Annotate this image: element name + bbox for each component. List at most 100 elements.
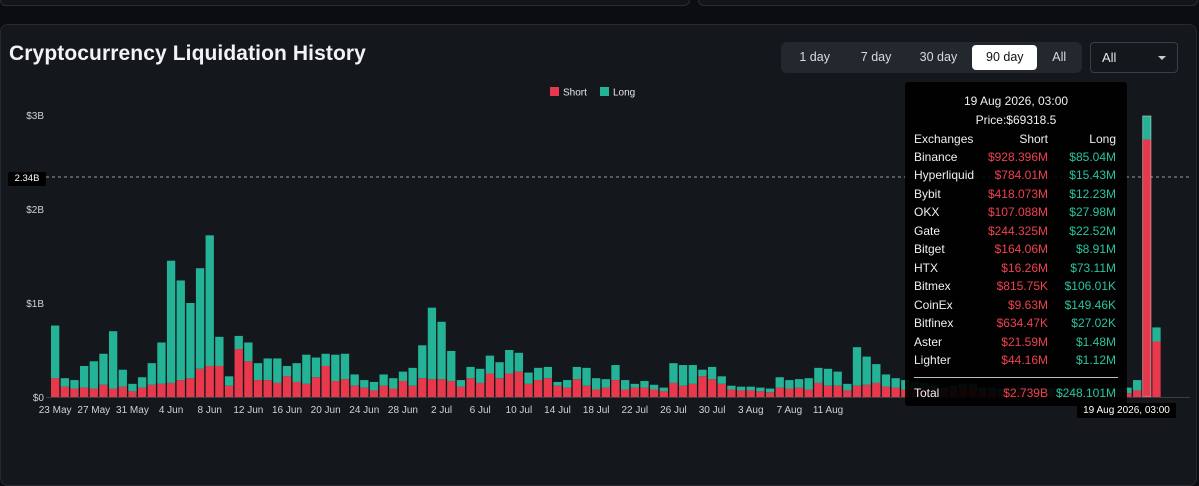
short-bar [698,376,707,397]
short-bar [369,390,379,397]
tooltip-total-row: Total $2.739B $248.101M [914,386,1118,404]
x-tick-label: 23 May [39,405,72,416]
short-bar [157,383,166,397]
long-bar [611,365,620,381]
tooltip-exchange: Hyperliquid [914,168,975,182]
long-bar [437,321,446,380]
x-tick-label: 4 Jun [159,405,183,416]
long-bar [678,365,688,386]
short-bar [553,385,562,397]
long-bar [524,372,533,384]
x-tick-label: 18 Jul [583,405,610,416]
long-bar [215,336,224,366]
tooltip-total-label: Total [914,386,940,400]
long-bar [476,368,485,383]
short-bar [640,387,649,397]
short-bar [891,387,900,397]
short-bar [746,390,755,397]
long-bar [79,365,89,388]
x-tick-label: 27 May [77,405,110,416]
short-bar [176,380,185,397]
short-bar [1142,139,1151,397]
y-tick-label: $1B [26,299,44,310]
short-bar [543,378,553,397]
tooltip-row: Aster $21.59M $1.48M [914,335,1118,353]
short-bar [427,379,437,397]
short-bar [389,388,398,397]
long-bar [563,380,572,388]
long-bar [398,371,408,382]
long-bar [746,386,755,391]
short-bar [620,389,630,397]
y-tick-label: $0 [33,393,45,404]
short-bar [89,388,98,397]
long-bar [321,353,330,366]
short-bar [659,391,668,397]
legend-swatch-long [600,87,609,96]
tooltip-long: $15.43M [1069,168,1116,182]
long-bar [572,366,581,380]
tooltip-row: Bitmex $815.75K $106.01K [914,279,1118,297]
tooltip-long: $12.23M [1069,187,1116,201]
long-bar [350,374,359,386]
tooltip-short: $21.59M [1001,335,1048,349]
short-bar [282,376,292,397]
short-bar [137,387,147,397]
tooltip-exchange: OKX [914,205,940,219]
tooltip-long: $27.98M [1069,205,1116,219]
tooltip-long: $149.46K [1064,298,1116,312]
short-bar [669,382,678,397]
short-bar [437,379,446,397]
short-bar [215,365,224,397]
x-tick-label: 10 Jul [506,405,533,416]
long-bar [340,353,350,380]
tooltip-exchange: Lighter [914,353,951,367]
short-bar [717,383,726,397]
tooltip-header-row: Exchanges Short Long [914,132,1118,150]
tooltip-total-long: $248.101M [1055,386,1116,400]
short-bar [833,385,842,397]
long-bar [147,363,156,385]
long-bar [360,380,369,388]
tooltip-exchange: Aster [914,335,943,349]
short-bar [495,378,504,397]
short-bar [592,389,601,397]
long-bar [794,379,804,388]
long-bar [814,367,823,383]
short-bar [99,384,108,397]
long-bar [765,388,775,393]
long-bar [843,383,852,391]
short-bar [350,385,359,397]
long-bar [253,363,263,381]
short-bar [244,361,253,397]
short-bar [881,386,891,397]
short-bar [398,381,408,397]
tooltip-short: $16.26M [1001,261,1048,275]
tooltip-short: $164.06M [994,242,1048,256]
long-bar [408,367,417,386]
short-bar [843,390,852,397]
legend-label-long: Long [613,88,635,99]
short-bar [360,387,369,397]
long-bar [688,365,697,384]
long-bar [176,280,185,381]
tooltip-exchange: Bitfinex [914,316,954,330]
long-bar [89,361,98,389]
legend: Short Long [550,87,635,99]
short-bar [60,386,69,397]
long-bar [1142,115,1151,140]
short-bar [572,379,581,397]
long-bar [418,345,427,379]
short-bar [785,388,794,397]
tooltip-col-long: Long [1089,132,1116,146]
tooltip-price: Price:$69318.5 [975,113,1057,127]
short-bar [302,383,311,397]
tooltip-long: $8.91M [1075,242,1116,256]
long-bar [485,355,495,374]
short-bar [775,387,784,397]
long-bar [282,365,292,377]
tooltip-divider [914,377,1118,378]
tooltip-short: $9.63M [1007,298,1048,312]
x-tick-label: 2 Jul [431,405,452,416]
short-bar [447,381,456,397]
